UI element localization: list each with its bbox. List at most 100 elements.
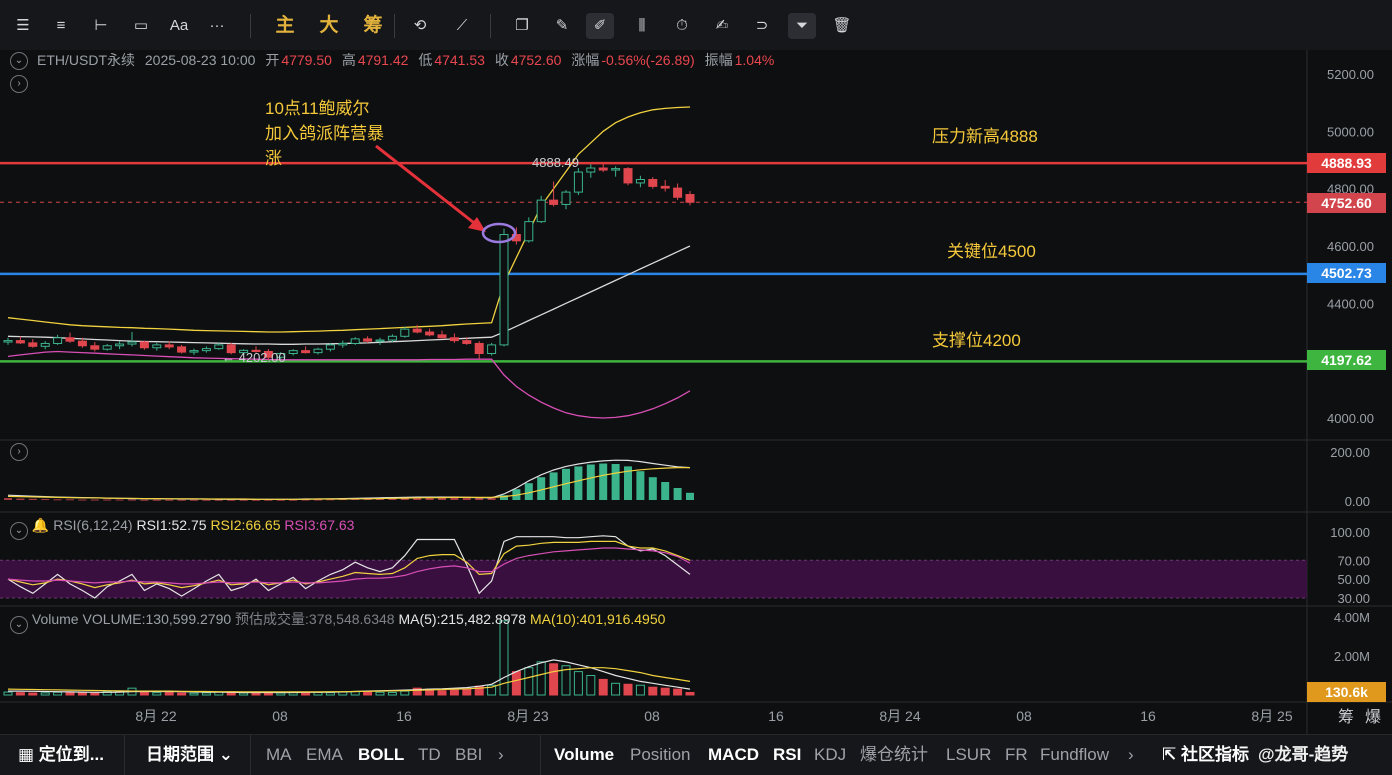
volume-tick: 4.00M xyxy=(1334,610,1370,625)
indicator-boll[interactable]: BOLL xyxy=(358,743,404,767)
volume-bar xyxy=(152,692,162,696)
indicator-macd[interactable]: MACD xyxy=(708,743,759,767)
candle xyxy=(487,344,497,354)
macd-bar xyxy=(128,499,136,501)
price-tick: 5000.00 xyxy=(1327,124,1374,139)
macd-bar xyxy=(103,499,112,501)
chevron-right-icon[interactable]: › xyxy=(498,743,504,767)
candle xyxy=(536,199,546,223)
candle xyxy=(201,348,211,352)
candle xyxy=(549,199,559,205)
indicator-kdj[interactable]: KDJ xyxy=(814,743,846,767)
locate-button[interactable]: ▦ 定位到... xyxy=(18,743,104,767)
collapse-volume-icon[interactable]: ⌄ xyxy=(10,616,28,634)
volume-bar xyxy=(251,692,261,696)
community-indicators-button[interactable]: ⇱ 社区指标 xyxy=(1162,743,1249,767)
candle xyxy=(189,350,199,353)
support-annotation: 支撑位4200 xyxy=(932,331,1021,350)
macd-bar xyxy=(41,499,50,501)
candle xyxy=(375,339,385,342)
date-range-button[interactable]: 日期范围 ⌄ xyxy=(146,743,233,767)
rsi-tick: 50.00 xyxy=(1337,572,1370,587)
candle xyxy=(400,328,410,337)
macd-bar xyxy=(202,499,211,501)
annotation-arrow xyxy=(375,144,479,228)
chevron-down-icon: ⌄ xyxy=(214,745,233,764)
liquidation-corner-label: 爆 xyxy=(1365,707,1381,726)
locate-label: 定位到... xyxy=(38,745,104,764)
candle xyxy=(177,346,187,353)
candle xyxy=(685,194,695,203)
time-tick: 8月 23 xyxy=(507,708,548,724)
candle xyxy=(474,342,484,355)
candle xyxy=(425,331,435,336)
candle xyxy=(301,350,311,354)
indicator-position[interactable]: Position xyxy=(630,743,690,767)
price-tag: 4197.62 xyxy=(1307,350,1386,370)
candle xyxy=(561,191,571,205)
time-tick: 08 xyxy=(1016,708,1032,724)
volume-label: Volume xyxy=(31,611,79,627)
volume-bar xyxy=(28,692,38,696)
volume-bar xyxy=(3,691,13,696)
price-tag: 4752.60 xyxy=(1307,193,1386,213)
volume-bar xyxy=(276,692,286,696)
candle xyxy=(115,343,125,347)
volume-bar xyxy=(400,690,410,696)
candle xyxy=(412,328,422,333)
indicator-bbi[interactable]: BBI xyxy=(455,743,482,767)
macd-bar xyxy=(152,499,161,501)
community-label: 社区指标 xyxy=(1180,745,1249,764)
expand-macd-icon[interactable]: › xyxy=(10,443,28,461)
date-range-label: 日期范围 xyxy=(146,745,214,764)
indicator-volume[interactable]: Volume xyxy=(554,743,614,767)
price-tick: 4400.00 xyxy=(1327,296,1374,311)
candle xyxy=(586,167,596,173)
alarm-icon[interactable]: 🔔 xyxy=(32,517,49,533)
indicator-fr[interactable]: FR xyxy=(1005,743,1028,767)
macd-bar xyxy=(190,499,198,501)
indicator-lsur[interactable]: LSUR xyxy=(946,743,991,767)
chevron-right-icon[interactable]: › xyxy=(1128,743,1134,767)
volume-bar xyxy=(90,692,100,696)
macd-bar xyxy=(28,498,37,500)
rsi2-value: RSI2:66.65 xyxy=(210,517,281,533)
macd-bar xyxy=(264,499,273,501)
volume-bar xyxy=(449,689,459,696)
candle xyxy=(462,340,472,344)
estimated-volume: 预估成交量:378,548.6348 xyxy=(235,611,395,627)
candle xyxy=(338,342,348,346)
candle xyxy=(598,167,608,171)
macd-bar xyxy=(53,499,62,501)
indicator-ema[interactable]: EMA xyxy=(306,743,343,767)
volume-bar xyxy=(387,691,397,696)
time-tick: 8月 22 xyxy=(135,708,176,724)
indicator-ma[interactable]: MA xyxy=(266,743,292,767)
volume-info-bar: ⌄ Volume VOLUME:130,599.2790 预估成交量:378,5… xyxy=(10,610,665,634)
time-tick: 16 xyxy=(396,708,412,724)
macd-bar xyxy=(16,498,25,500)
candle xyxy=(40,342,50,347)
indicator-fundflow[interactable]: Fundflow xyxy=(1040,743,1109,767)
powell-line-1: 10点11鲍威尔 xyxy=(265,99,370,118)
macd-bar xyxy=(289,499,298,501)
macd-bar xyxy=(673,488,682,500)
rsi-tick: 70.00 xyxy=(1337,553,1370,568)
macd-bar xyxy=(177,499,186,501)
indicator-rsi[interactable]: RSI xyxy=(773,743,801,767)
candle xyxy=(102,345,112,350)
indicator-爆仓统计[interactable]: 爆仓统计 xyxy=(860,743,928,767)
macd-bar xyxy=(66,499,74,501)
candle xyxy=(325,344,335,350)
volume-bar xyxy=(673,688,683,696)
volume-bar xyxy=(239,692,249,696)
indicator-td[interactable]: TD xyxy=(418,743,441,767)
volume-bar xyxy=(660,687,670,696)
collapse-rsi-icon[interactable]: ⌄ xyxy=(10,522,28,540)
macd-tick: 0.00 xyxy=(1345,494,1370,509)
volume-bar xyxy=(685,691,695,696)
candle xyxy=(152,344,162,349)
volume-bar xyxy=(462,688,472,696)
divider xyxy=(250,735,251,775)
volume-ma5: MA(5):215,482.8978 xyxy=(398,611,527,627)
